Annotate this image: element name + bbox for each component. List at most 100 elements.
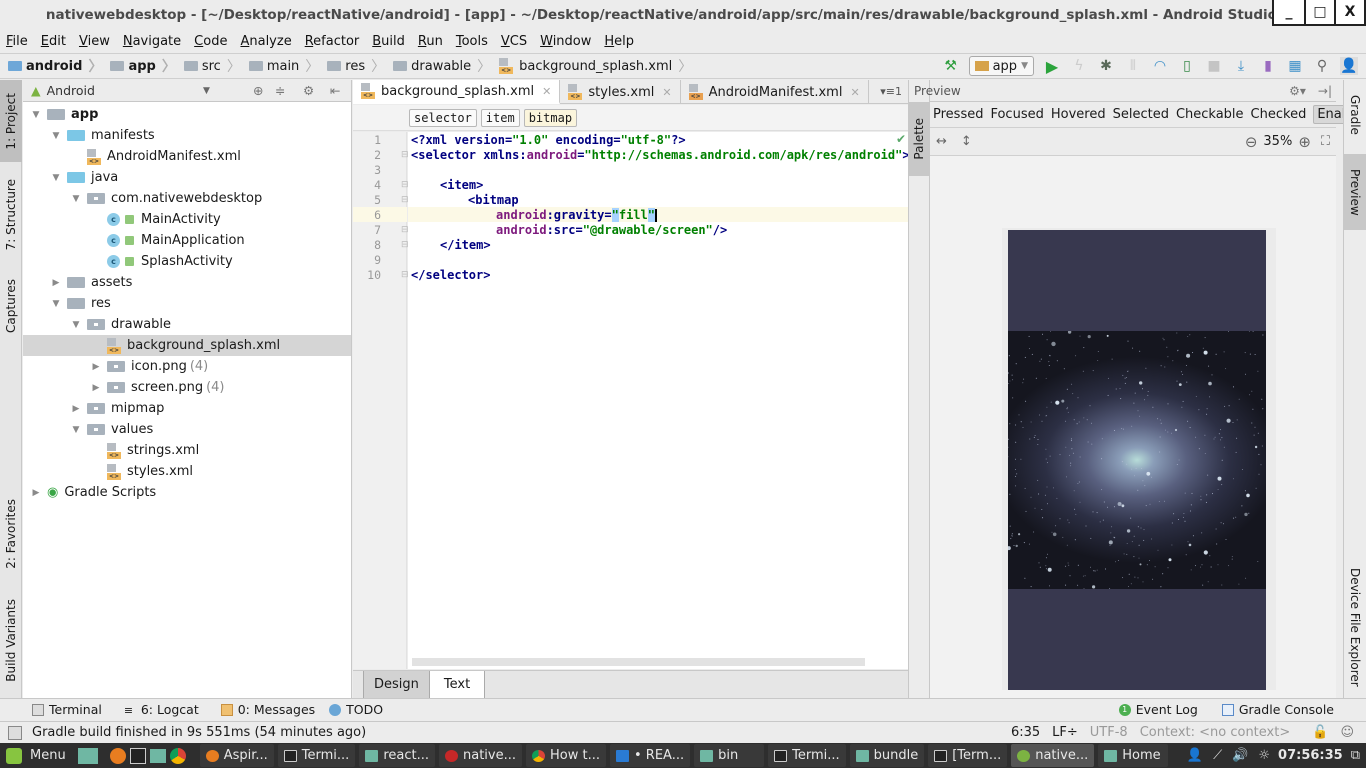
tool-tab-build-variants[interactable]: Build Variants <box>0 590 22 690</box>
tree-item[interactable]: ▼ manifests <box>23 125 351 146</box>
hector-inspector-icon[interactable]: ☺ <box>1340 725 1354 740</box>
state-hovered[interactable]: Hovered <box>1051 107 1106 122</box>
fit-width-icon[interactable]: ↔ <box>936 134 947 149</box>
collapse-arrow-icon[interactable]: ▶ <box>91 362 101 372</box>
firefox-launcher-icon[interactable] <box>109 747 126 764</box>
tree-item[interactable]: ▼ res <box>23 293 351 314</box>
nav-crumb-file[interactable]: <> background_splash.xml 〉 <box>491 56 692 76</box>
tool-tab-captures[interactable]: Captures <box>0 270 22 342</box>
user-icon[interactable]: 👤 <box>1187 748 1203 763</box>
chevron-down-icon[interactable]: ▼ <box>203 86 210 96</box>
avd-manager-icon[interactable]: ▮ <box>1259 57 1277 75</box>
expand-arrow-icon[interactable]: ▼ <box>71 194 81 204</box>
clock[interactable]: 07:56:35 <box>1278 748 1343 763</box>
tree-item[interactable]: ▶ mipmap <box>23 398 351 419</box>
tree-item[interactable]: ▶ icon.png (4) <box>23 356 351 377</box>
taskbar-window[interactable]: native... <box>438 744 522 767</box>
menu-refactor[interactable]: Refactor <box>305 34 360 49</box>
tool-tab-preview[interactable]: Preview <box>1344 154 1366 230</box>
file-encoding[interactable]: UTF-8 <box>1090 725 1128 740</box>
tree-item[interactable]: <> strings.xml <box>23 440 351 461</box>
minimize-button[interactable]: _ <box>1274 0 1304 24</box>
state-checked[interactable]: Checked <box>1251 107 1307 122</box>
sync-gradle-icon[interactable]: ⤓ <box>1232 57 1250 75</box>
horizontal-scrollbar[interactable] <box>412 658 865 666</box>
collapse-arrow-icon[interactable]: ▶ <box>31 488 41 498</box>
tree-item[interactable]: ▼ values <box>23 419 351 440</box>
tree-item[interactable]: ▼ com.nativewebdesktop <box>23 188 351 209</box>
tab-design[interactable]: Design <box>363 671 430 698</box>
breadcrumb-selector[interactable]: selector <box>409 108 477 127</box>
tree-item[interactable]: ▶ assets <box>23 272 351 293</box>
run-configuration-select[interactable]: app ▼ <box>968 56 1034 76</box>
menu-window[interactable]: Window <box>540 34 591 49</box>
tab-background-splash[interactable]: <> background_splash.xml ✕ <box>353 80 561 104</box>
tool-tab-palette[interactable]: Palette <box>909 102 929 176</box>
code-editor[interactable]: <?xml version="1.0" encoding="utf-8"?> <… <box>408 132 910 669</box>
hide-panel-icon[interactable]: →| <box>1318 84 1332 98</box>
expand-arrow-icon[interactable]: ▼ <box>51 299 61 309</box>
show-desktop-icon[interactable] <box>77 747 98 764</box>
tool-tab-gradle[interactable]: Gradle <box>1344 84 1366 146</box>
tree-item[interactable]: ▼ app <box>23 104 351 125</box>
state-pressed[interactable]: Pressed <box>933 107 983 122</box>
brightness-icon[interactable]: ☼ <box>1258 748 1270 763</box>
breadcrumb-item[interactable]: item <box>480 108 520 127</box>
tool-tab-project[interactable]: 1: Project <box>0 80 22 162</box>
tree-item[interactable]: ▶ screen.png (4) <box>23 377 351 398</box>
tree-item[interactable]: ▶ ◉ Gradle Scripts <box>23 482 351 503</box>
menu-edit[interactable]: Edit <box>41 34 66 49</box>
lock-icon[interactable]: 🔓 <box>1312 725 1328 740</box>
debug-icon[interactable]: ✱ <box>1097 57 1115 75</box>
gear-icon[interactable]: ⚙ <box>303 83 314 98</box>
menu-analyze[interactable]: Analyze <box>240 34 291 49</box>
taskbar-window[interactable]: How t... <box>526 744 606 767</box>
attach-process-icon[interactable]: ▯ <box>1178 57 1196 75</box>
gear-icon[interactable]: ⚙▾ <box>1289 84 1306 98</box>
scroll-from-source-icon[interactable]: ⊕ <box>253 83 263 98</box>
expand-arrow-icon[interactable]: ▼ <box>71 425 81 435</box>
menu-file[interactable]: File <box>6 34 28 49</box>
profile-icon[interactable]: ◠ <box>1151 57 1169 75</box>
menu-build[interactable]: Build <box>372 34 405 49</box>
state-focused[interactable]: Focused <box>990 107 1043 122</box>
make-project-hammer-icon[interactable]: ⚒ <box>942 57 960 75</box>
tab-android-manifest[interactable]: <> AndroidManifest.xml ✕ <box>681 80 869 104</box>
tree-item[interactable]: ▼ drawable <box>23 314 351 335</box>
taskbar-window[interactable]: Aspir... <box>199 744 274 767</box>
expand-arrow-icon[interactable]: ▼ <box>71 320 81 330</box>
expand-arrow-icon[interactable]: ▼ <box>51 173 61 183</box>
collapse-arrow-icon[interactable]: ▶ <box>51 278 61 288</box>
taskbar-window[interactable]: • REA... <box>610 744 691 767</box>
taskbar-window[interactable]: bundle <box>849 744 925 767</box>
zoom-to-fit-icon[interactable]: ⛶ <box>1321 134 1330 149</box>
terminal-launcher-icon[interactable] <box>129 747 146 764</box>
state-checkable[interactable]: Checkable <box>1176 107 1244 122</box>
tool-tab-favorites[interactable]: 2: Favorites <box>0 490 22 578</box>
nav-crumb-res[interactable]: res 〉 <box>319 56 385 76</box>
workspace-switcher-icon[interactable]: ⧉ <box>1351 748 1360 763</box>
line-separator[interactable]: LF÷ <box>1052 725 1078 740</box>
stop-icon[interactable]: ■ <box>1205 57 1223 75</box>
menu-navigate[interactable]: Navigate <box>123 34 181 49</box>
nav-crumb-main[interactable]: main 〉 <box>241 56 319 76</box>
search-icon[interactable]: ⚲ <box>1313 57 1331 75</box>
close-button[interactable]: X <box>1334 0 1364 24</box>
nav-crumb-src[interactable]: src 〉 <box>176 56 241 76</box>
collapse-arrow-icon[interactable]: ▶ <box>71 404 81 414</box>
project-structure-icon[interactable]: ▦ <box>1286 57 1304 75</box>
menu-help[interactable]: Help <box>604 34 634 49</box>
tab-text[interactable]: Text <box>429 671 486 698</box>
tool-tab-device-file-explorer[interactable]: Device File Explorer <box>1344 562 1366 692</box>
apply-changes-icon[interactable]: ϟ <box>1070 57 1088 75</box>
taskbar-window[interactable]: [Term... <box>928 744 1008 767</box>
zoom-in-icon[interactable]: ⊕ <box>1298 133 1311 151</box>
tree-item[interactable]: <> background_splash.xml <box>23 335 351 356</box>
tool-window-todo[interactable]: TODO <box>329 702 383 717</box>
tree-item[interactable]: ▼ java <box>23 167 351 188</box>
caret-position[interactable]: 6:35 <box>1011 725 1040 740</box>
tool-tab-structure[interactable]: 7: Structure <box>0 172 22 258</box>
network-icon[interactable]: ⟋ <box>1213 748 1222 763</box>
toggle-tool-windows-icon[interactable] <box>8 725 22 740</box>
expand-arrow-icon[interactable]: ▼ <box>31 110 41 120</box>
